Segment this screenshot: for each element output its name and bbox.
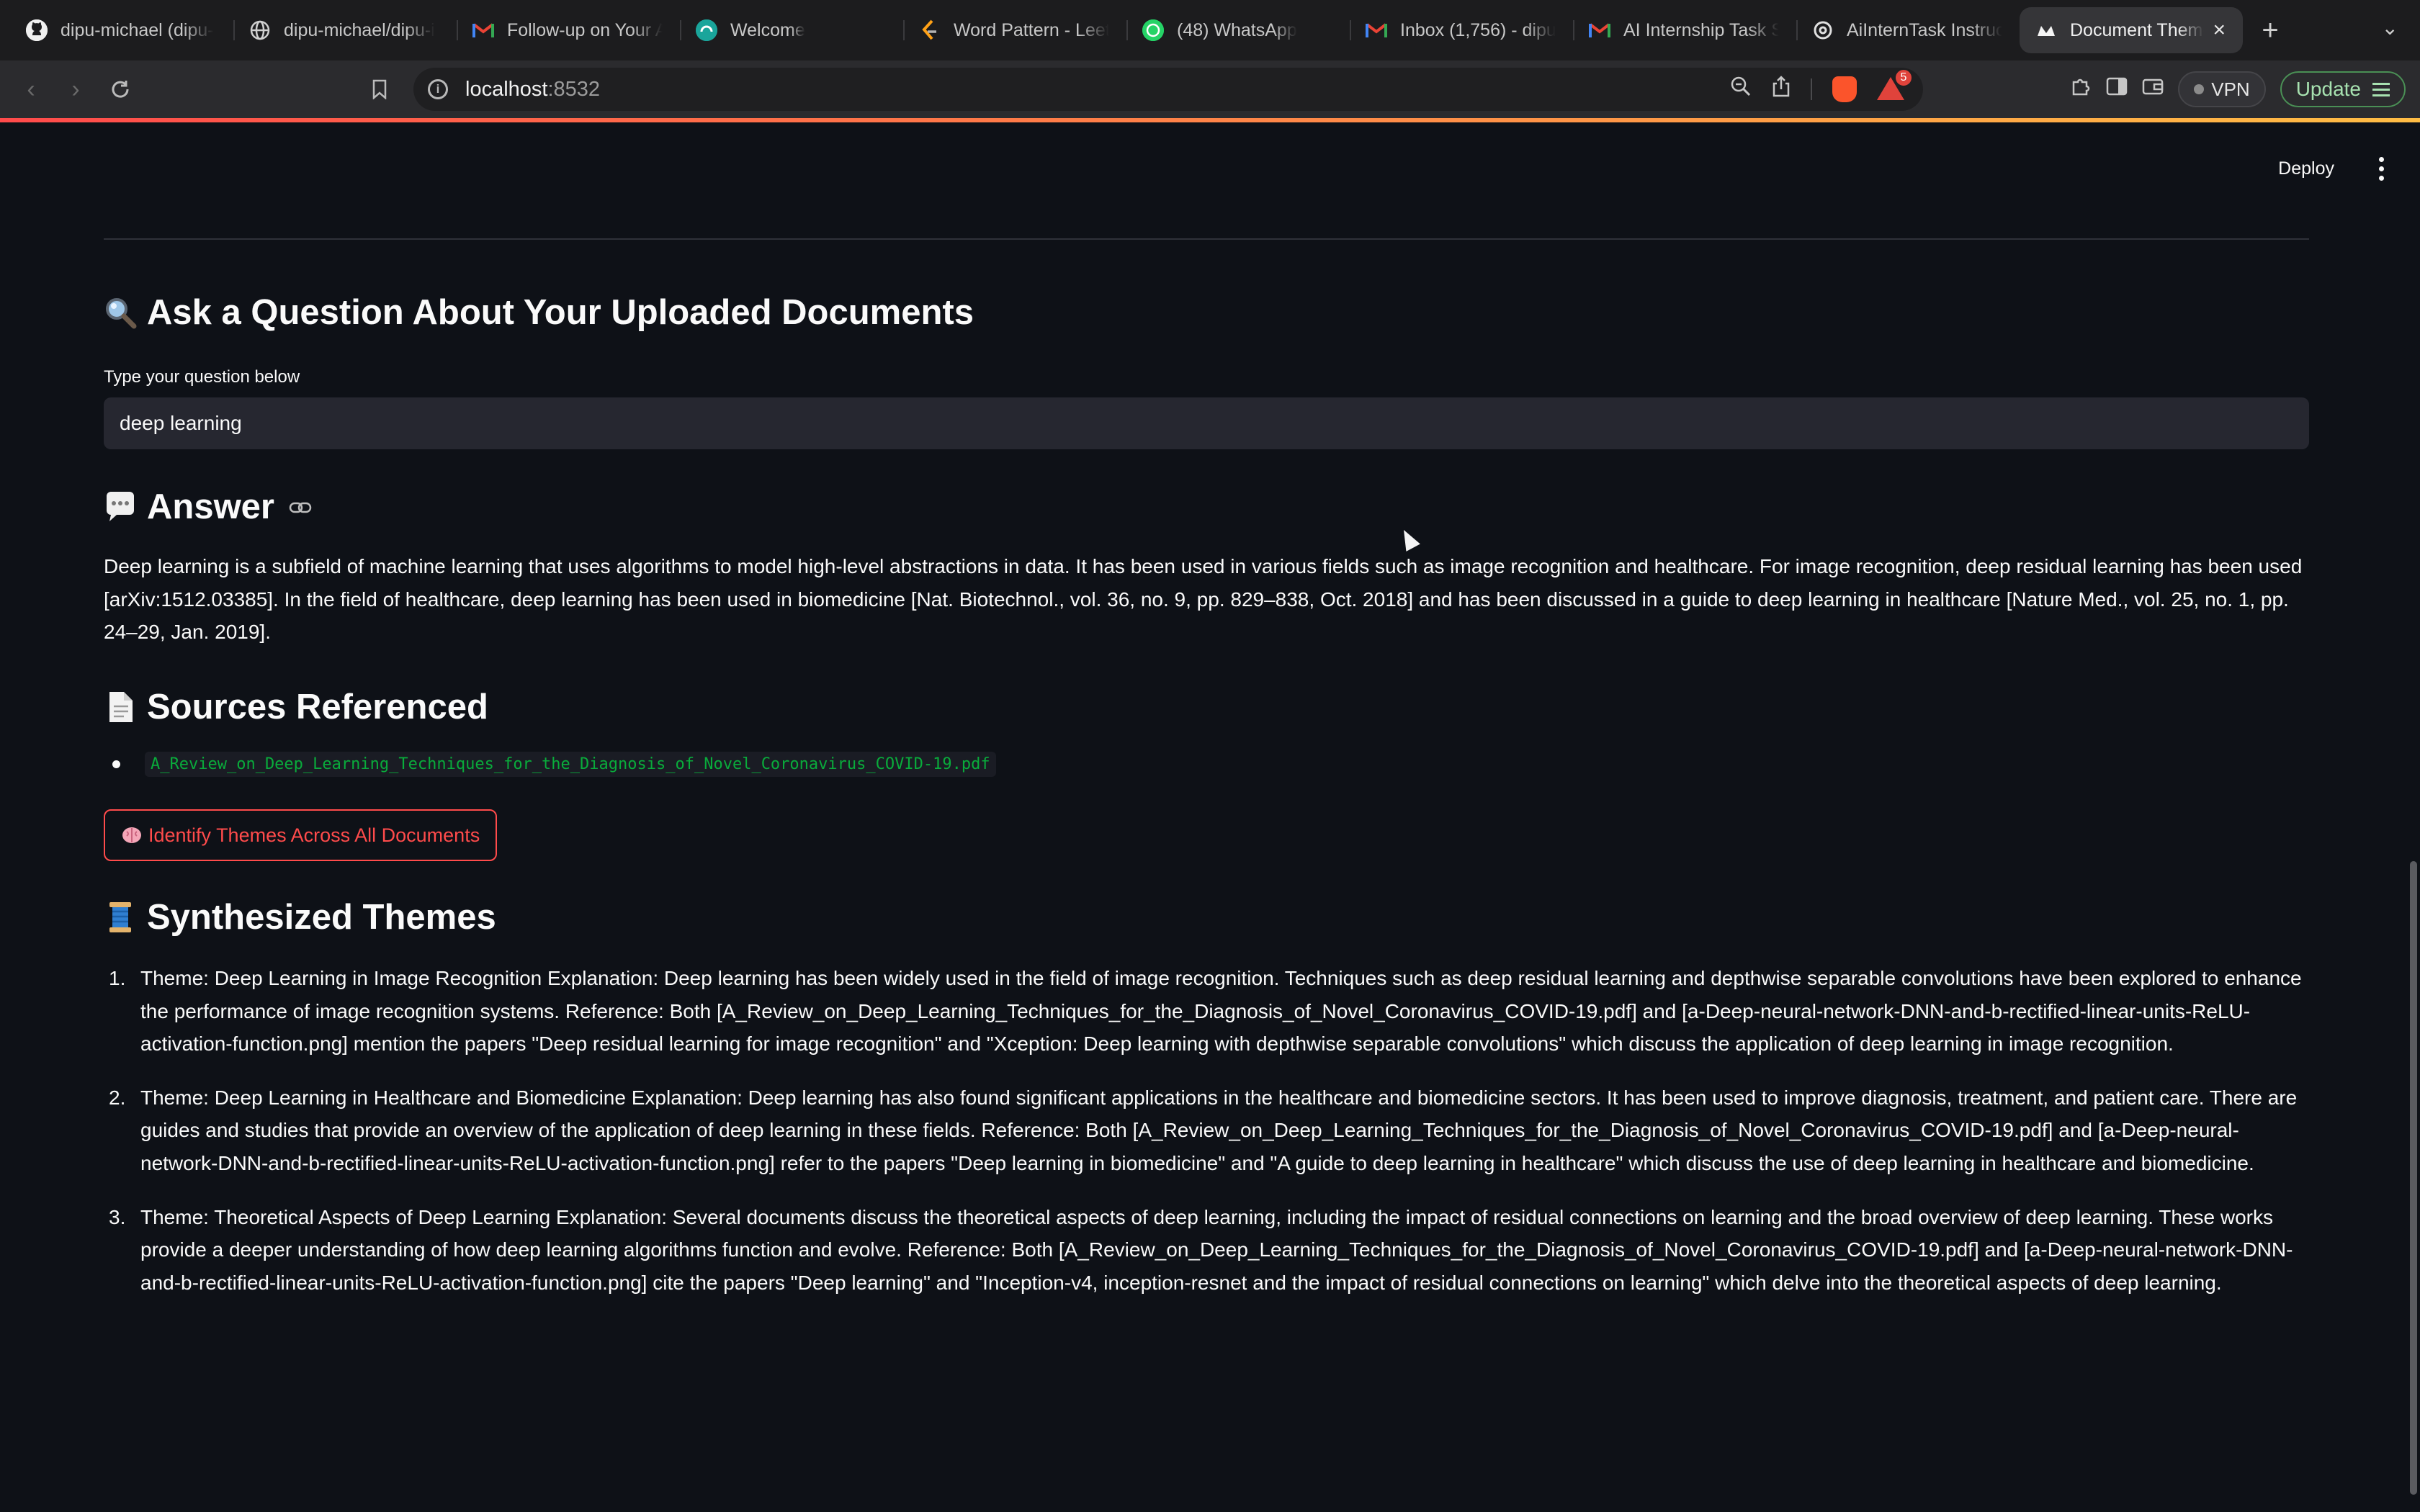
source-filename: A_Review_on_Deep_Learning_Techniques_for… xyxy=(145,752,996,777)
forward-icon[interactable]: › xyxy=(53,67,98,112)
themes-list: 1. Theme: Deep Learning in Image Recogni… xyxy=(104,962,2309,1320)
identify-themes-label: Identify Themes Across All Documents xyxy=(148,824,480,846)
list-item: 2. Theme: Deep Learning in Healthcare an… xyxy=(104,1081,2309,1180)
brain-icon xyxy=(121,824,143,846)
link-icon[interactable] xyxy=(289,494,312,521)
tab-title: Follow-up on Your A xyxy=(507,19,663,40)
browser-tab[interactable]: AiInternTask Instruc xyxy=(1796,7,2020,53)
github-icon xyxy=(26,19,48,41)
reload-icon[interactable] xyxy=(98,67,143,112)
bullet xyxy=(112,760,120,768)
tab-title: AI Internship Task S xyxy=(1623,19,1779,40)
divider xyxy=(1811,78,1812,100)
app-viewport: Deploy Ask a Question About Your Uploade… xyxy=(0,118,2420,1512)
deploy-button[interactable]: Deploy xyxy=(2267,153,2346,185)
sources-heading-text: Sources Referenced xyxy=(147,688,488,726)
vpn-status-icon xyxy=(2194,84,2205,94)
speech-bubble-icon xyxy=(104,490,137,523)
tab-title: (48) WhatsApp xyxy=(1177,19,1297,40)
gmail-icon xyxy=(1589,19,1610,41)
magnifier-icon xyxy=(104,296,137,329)
bookmark-icon[interactable] xyxy=(357,67,402,112)
theme-text: Theme: Deep Learning in Healthcare and B… xyxy=(140,1086,2298,1174)
gmail-icon xyxy=(472,19,494,41)
list-item: 3. Theme: Theoretical Aspects of Deep Le… xyxy=(104,1201,2309,1300)
scrollbar[interactable] xyxy=(2410,861,2417,1495)
browser-tab[interactable]: Word Pattern - Leet xyxy=(903,7,1126,53)
browser-tab[interactable]: Inbox (1,756) - dipu xyxy=(1350,7,1573,53)
url-port: :8532 xyxy=(547,77,601,101)
app-header: Deploy xyxy=(2267,151,2391,186)
spool-of-thread-icon xyxy=(104,901,137,934)
brave-rewards-icon[interactable]: 5 xyxy=(1877,68,1913,102)
browser-tab-strip: dipu-michael (dipu- dipu-michael/dipu-i … xyxy=(0,0,2420,60)
sidebar-icon[interactable] xyxy=(2106,77,2128,102)
leetcode-icon xyxy=(919,19,941,41)
answer-heading: Answer xyxy=(104,487,312,527)
update-button[interactable]: Update xyxy=(2280,71,2406,107)
whatsapp-icon xyxy=(1142,19,1164,41)
document-icon xyxy=(104,690,137,724)
tab-title: Document Theme xyxy=(2070,19,2205,40)
vpn-button[interactable]: VPN xyxy=(2178,71,2266,107)
divider xyxy=(104,238,2309,240)
tab-title: dipu-michael (dipu- xyxy=(60,19,214,40)
zoom-icon[interactable] xyxy=(1730,76,1752,103)
update-label: Update xyxy=(2295,78,2361,100)
question-heading: Ask a Question About Your Uploaded Docum… xyxy=(104,292,974,333)
themes-heading: Synthesized Themes xyxy=(104,897,496,937)
rewards-badge: 5 xyxy=(1894,68,1913,87)
header-decoration xyxy=(0,118,2420,122)
answer-text: Deep learning is a subfield of machine l… xyxy=(104,555,2303,644)
globe-icon xyxy=(249,19,271,41)
address-bar[interactable]: i localhost:8532 5 xyxy=(413,68,1923,111)
wallet-icon[interactable] xyxy=(2142,77,2164,102)
browser-tab[interactable]: (48) WhatsApp xyxy=(1126,7,1350,53)
list-number: 2. xyxy=(109,1086,126,1109)
theme-text: Theme: Theoretical Aspects of Deep Learn… xyxy=(140,1205,2293,1294)
browser-tab[interactable]: Welcome xyxy=(680,7,903,53)
openai-icon xyxy=(1812,19,1834,41)
tab-title: Inbox (1,756) - dipu xyxy=(1400,19,1556,40)
browser-tab[interactable]: AI Internship Task S xyxy=(1573,7,1796,53)
browser-tab[interactable]: Follow-up on Your A xyxy=(457,7,680,53)
streamlit-icon xyxy=(2035,19,2057,41)
tab-title: AiInternTask Instruc xyxy=(1847,19,2002,40)
share-icon[interactable] xyxy=(1772,76,1791,103)
browser-toolbar: ‹ › i localhost:8532 5 VPN Update xyxy=(0,60,2420,118)
question-heading-text: Ask a Question About Your Uploaded Docum… xyxy=(147,293,974,332)
close-icon[interactable]: × xyxy=(2204,18,2226,42)
url-host: localhost xyxy=(465,77,548,101)
extensions-icon[interactable] xyxy=(2070,76,2092,103)
menu-icon xyxy=(2372,82,2390,96)
gmail-icon xyxy=(1366,19,1387,41)
tab-title: Welcome xyxy=(730,19,805,40)
list-item: 1. Theme: Deep Learning in Image Recogni… xyxy=(104,962,2309,1061)
sources-heading: Sources Referenced xyxy=(104,687,488,727)
chevron-down-icon[interactable]: ⌄ xyxy=(2382,16,2398,40)
list-number: 1. xyxy=(109,967,126,989)
new-tab-button[interactable]: + xyxy=(2249,9,2292,52)
theme-text: Theme: Deep Learning in Image Recognitio… xyxy=(140,967,2302,1056)
identify-themes-button[interactable]: Identify Themes Across All Documents xyxy=(104,809,498,861)
main-menu-icon[interactable] xyxy=(2372,151,2391,186)
browser-tab[interactable]: dipu-michael/dipu-i xyxy=(233,7,457,53)
answer-heading-text: Answer xyxy=(147,487,275,526)
list-item: A_Review_on_Deep_Learning_Techniques_for… xyxy=(112,752,996,777)
question-input[interactable]: deep learning xyxy=(104,397,2309,449)
back-icon[interactable]: ‹ xyxy=(9,67,53,112)
brave-shields-icon[interactable] xyxy=(1832,76,1857,102)
themes-heading-text: Synthesized Themes xyxy=(147,898,496,937)
tab-title: Word Pattern - Leet xyxy=(954,19,1109,40)
question-input-label: Type your question below xyxy=(104,367,300,387)
welcome-icon xyxy=(696,19,717,41)
tab-title: dipu-michael/dipu-i xyxy=(284,19,435,40)
list-number: 3. xyxy=(109,1205,126,1228)
site-info-icon[interactable]: i xyxy=(428,79,448,99)
vpn-label: VPN xyxy=(2211,78,2250,100)
browser-tab-active[interactable]: Document Theme × xyxy=(2020,7,2243,53)
browser-tab[interactable]: dipu-michael (dipu- xyxy=(10,7,233,53)
